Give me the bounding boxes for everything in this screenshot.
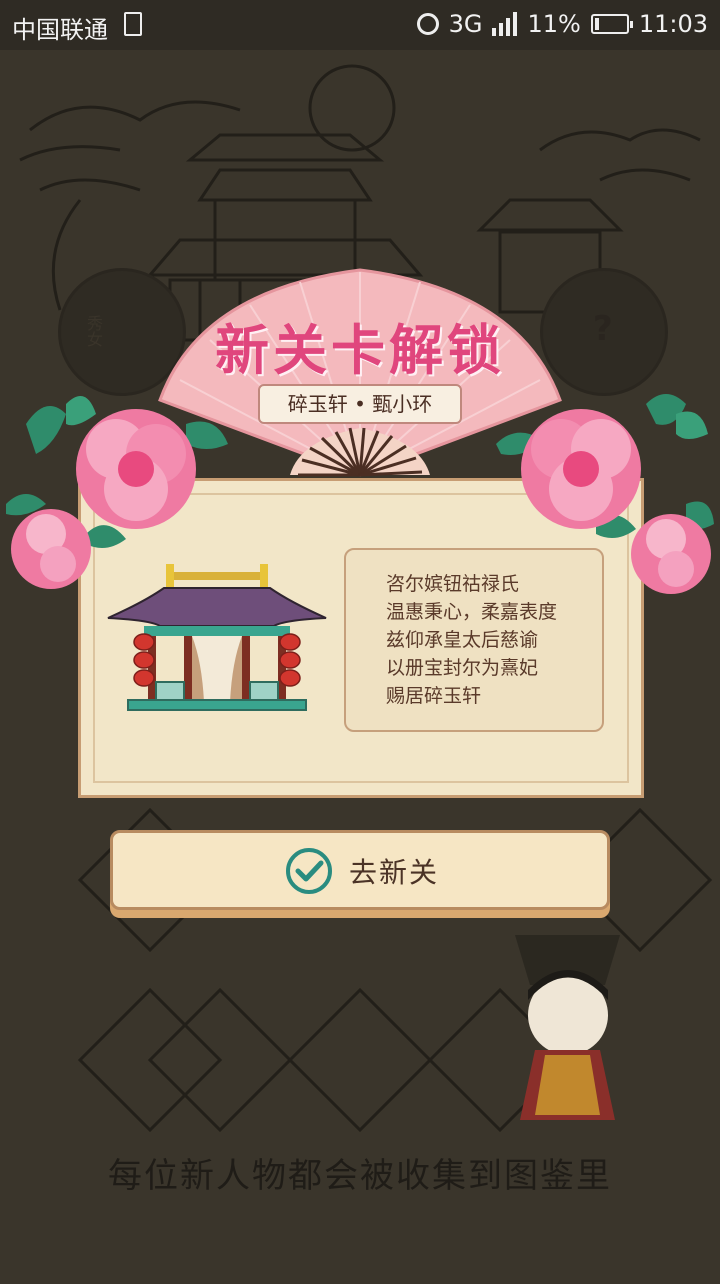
clock: 11:03 (638, 10, 708, 38)
sim-icon (124, 12, 142, 36)
alarm-icon (416, 13, 439, 35)
battery-percent: 11% (527, 10, 581, 38)
status-bar: 中国联通 3G 11% 11:03 (0, 0, 720, 50)
signal-icon (492, 12, 518, 36)
popup-title: 新关卡解锁 (215, 318, 505, 382)
peony-flower-icon-left (6, 396, 228, 589)
go-new-level-label: 去新关 (349, 856, 440, 889)
peony-flower-icon-right (496, 394, 714, 594)
network-type: 3G (448, 10, 483, 38)
decree-line: 赐居碎玉轩 (386, 685, 482, 707)
status-right: 3G 11% 11:03 (416, 10, 708, 38)
check-circle-icon (286, 848, 332, 894)
decree-line: 以册宝封尔为熹妃 (386, 657, 539, 679)
carrier-label: 中国联通 (12, 16, 108, 44)
collection-caption: 每位新人物都会被收集到图鉴里 (108, 1156, 612, 1196)
decree-line: 兹仰承皇太后慈谕 (386, 629, 539, 651)
popup-subtitle: 碎玉轩 • 甄小环 (258, 384, 462, 424)
go-new-level-button[interactable]: 去新关 (110, 830, 610, 910)
battery-icon (590, 14, 633, 34)
